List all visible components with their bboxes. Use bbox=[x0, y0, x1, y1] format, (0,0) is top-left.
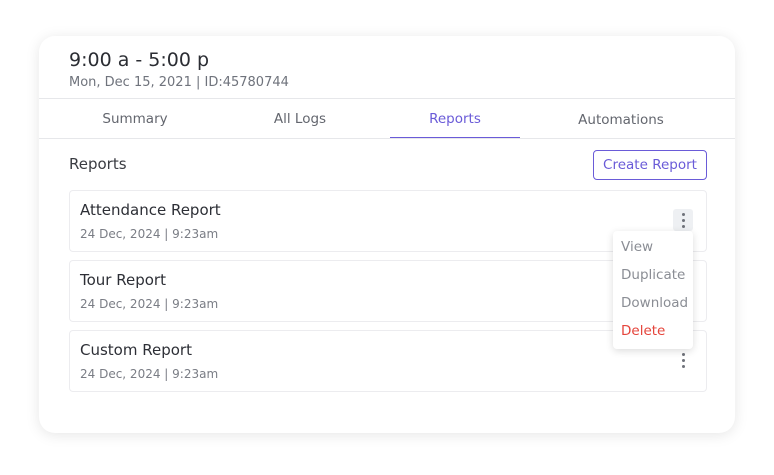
report-name: Tour Report bbox=[80, 271, 166, 289]
tab-reports[interactable]: Reports bbox=[390, 99, 520, 139]
report-name: Custom Report bbox=[80, 341, 192, 359]
report-item[interactable]: Tour Report 24 Dec, 2024 | 9:23am bbox=[69, 260, 707, 322]
tab-all-logs[interactable]: All Logs bbox=[220, 99, 380, 139]
tabs-divider bbox=[39, 138, 735, 139]
kebab-dot bbox=[682, 219, 685, 222]
report-name: Attendance Report bbox=[80, 201, 221, 219]
shift-time-range: 9:00 a - 5:00 p bbox=[69, 49, 210, 71]
kebab-dot bbox=[682, 353, 685, 356]
report-item[interactable]: Custom Report 24 Dec, 2024 | 9:23am bbox=[69, 330, 707, 392]
kebab-dot bbox=[682, 365, 685, 368]
menu-item-view[interactable]: View bbox=[621, 239, 653, 255]
kebab-dot bbox=[682, 225, 685, 228]
report-item[interactable]: Attendance Report 24 Dec, 2024 | 9:23am bbox=[69, 190, 707, 252]
menu-item-delete[interactable]: Delete bbox=[621, 323, 665, 339]
tab-bar: Summary All Logs Reports Automations bbox=[39, 99, 735, 139]
more-options-icon[interactable] bbox=[673, 209, 693, 231]
menu-item-duplicate[interactable]: Duplicate bbox=[621, 267, 685, 283]
tab-summary[interactable]: Summary bbox=[55, 99, 215, 139]
report-date: 24 Dec, 2024 | 9:23am bbox=[80, 227, 219, 241]
report-date: 24 Dec, 2024 | 9:23am bbox=[80, 297, 219, 311]
tab-automations[interactable]: Automations bbox=[541, 100, 701, 140]
more-options-icon[interactable] bbox=[673, 349, 693, 371]
shift-meta: Mon, Dec 15, 2021 | ID:45780744 bbox=[69, 75, 289, 90]
report-date: 24 Dec, 2024 | 9:23am bbox=[80, 367, 219, 381]
kebab-dot bbox=[682, 359, 685, 362]
shift-header: 9:00 a - 5:00 p Mon, Dec 15, 2021 | ID:4… bbox=[69, 48, 289, 92]
reports-section-title: Reports bbox=[69, 155, 127, 173]
menu-item-download[interactable]: Download bbox=[621, 295, 688, 311]
shift-card: 9:00 a - 5:00 p Mon, Dec 15, 2021 | ID:4… bbox=[39, 36, 735, 433]
create-report-button[interactable]: Create Report bbox=[593, 150, 707, 180]
report-context-menu: View Duplicate Download Delete bbox=[613, 231, 693, 349]
kebab-dot bbox=[682, 213, 685, 216]
